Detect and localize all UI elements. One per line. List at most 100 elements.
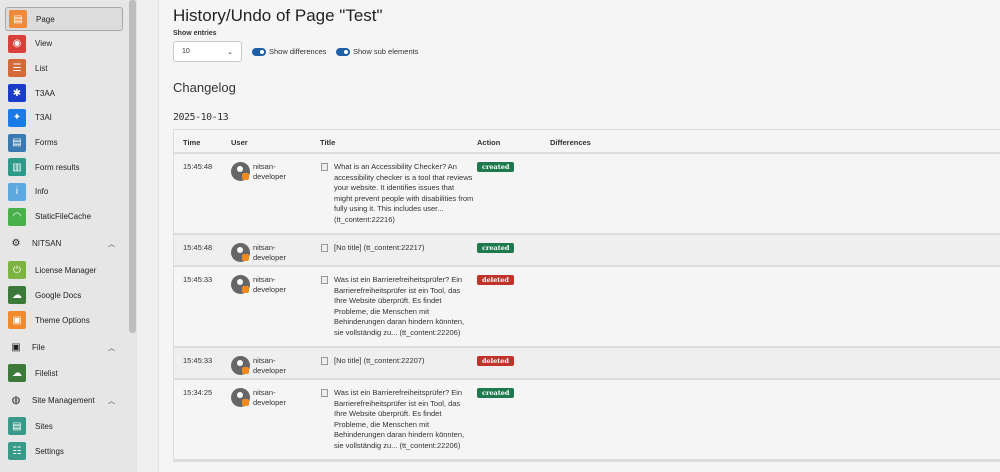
group-icon: ▣ — [11, 342, 21, 353]
show-differences-toggle[interactable]: Show differences — [252, 47, 326, 56]
module-label: View — [35, 39, 53, 49]
module-list[interactable]: ☰ List — [5, 56, 123, 80]
group-label: NITSAN — [32, 239, 62, 248]
row-title: [No title] (tt_content:22207) — [334, 356, 425, 365]
module-label: Theme Options — [35, 315, 90, 325]
user-avatar-icon — [231, 243, 250, 262]
row-time: 15:45:33 — [183, 275, 213, 284]
content-element-icon — [321, 357, 328, 365]
module-icon: ☁ — [8, 364, 26, 382]
module-t3aa[interactable]: ✱ T3AA — [5, 81, 123, 105]
module-t3ai[interactable]: ✦ T3AI — [5, 106, 123, 130]
module-label: License Manager — [35, 265, 97, 275]
user-avatar-icon — [231, 162, 250, 181]
module-label: Settings — [35, 446, 64, 456]
user-avatar-icon — [231, 356, 250, 375]
module-icon: ✦ — [8, 108, 26, 127]
row-time: 15:34:25 — [183, 388, 213, 397]
module-info[interactable]: i Info — [5, 180, 123, 204]
show-sub-elements-toggle[interactable]: Show sub elements — [336, 47, 418, 56]
module-label: Info — [35, 187, 49, 197]
content-element-icon — [321, 244, 328, 252]
module-label: Sites — [35, 421, 53, 431]
content-element-icon — [321, 389, 328, 397]
toggle-switch-icon — [336, 47, 350, 56]
sidebar-scrollbar[interactable] — [129, 0, 136, 333]
row-title: Was ist ein Barrierefreiheitsprüfer? Ein… — [334, 275, 465, 337]
module-forms[interactable]: ▤ Forms — [5, 131, 123, 155]
content-element-icon — [321, 163, 328, 171]
module-sites[interactable]: ▤ Sites — [5, 414, 123, 438]
module-icon: ▤ — [8, 133, 26, 152]
row-title: Was ist ein Barrierefreiheitsprüfer? Ein… — [334, 388, 465, 450]
toggle-switch-icon — [252, 47, 266, 56]
row-title: What is an Accessibility Checker? An acc… — [334, 162, 474, 224]
row-title: [No title] (tt_content:22217) — [334, 243, 425, 252]
user-avatar-icon — [231, 388, 250, 407]
module-view[interactable]: ◉ View — [5, 32, 123, 56]
module-label: Filelist — [35, 368, 58, 378]
content-element-icon — [321, 276, 328, 284]
changelog-date: 2025-10-13 — [173, 112, 229, 123]
group-icon: ⚙ — [11, 238, 21, 249]
module-theme-options[interactable]: ▣ Theme Options — [5, 308, 123, 332]
show-entries-label: Show entries — [173, 30, 217, 37]
row-user: nitsan-developer — [253, 275, 286, 294]
col-action: Action — [477, 138, 501, 147]
table-row: 15:45:48 nitsan-developer [No title] (tt… — [174, 235, 1000, 267]
module-group-site-management[interactable]: ◍ Site Management ︿ — [10, 395, 115, 406]
module-label: Forms — [35, 138, 58, 147]
module-group-file[interactable]: ▣ File ︿ — [10, 342, 115, 353]
col-user: User — [231, 138, 248, 147]
module-filelist[interactable]: ☁ Filelist — [5, 361, 123, 385]
user-avatar-icon — [231, 275, 250, 294]
module-icon: ▤ — [8, 417, 26, 435]
group-label: File — [32, 343, 45, 352]
module-group-nitsan[interactable]: ⚙ NITSAN ︿ — [10, 238, 115, 249]
module-icon: ▤ — [9, 10, 27, 28]
changelog-table: Time User Title Action Differences 15:45… — [173, 129, 1000, 462]
module-settings[interactable]: ☷ Settings — [5, 439, 123, 463]
group-label: Site Management — [32, 396, 95, 405]
toggle-label: Show sub elements — [353, 47, 419, 56]
changelog-heading: Changelog — [173, 80, 236, 95]
module-icon: ☷ — [8, 442, 26, 460]
module-icon: ✱ — [8, 84, 26, 103]
chevron-up-icon[interactable]: ︿ — [108, 343, 115, 353]
module-icon: ◠ — [8, 207, 26, 226]
module-icon: ▥ — [8, 158, 26, 177]
module-license-manager[interactable]: ⏻ License Manager — [5, 258, 123, 282]
module-staticfilecache[interactable]: ◠ StaticFileCache — [5, 205, 123, 229]
row-time: 15:45:48 — [183, 243, 213, 252]
action-badge: created — [477, 388, 515, 398]
row-time: 15:45:33 — [183, 356, 213, 365]
module-label: Form results — [35, 162, 80, 172]
table-row: 15:45:33 nitsan-developer [No title] (tt… — [174, 348, 1000, 380]
show-entries-select[interactable]: 10 ⌄ — [173, 41, 242, 62]
module-page[interactable]: ▤ Page — [5, 7, 123, 31]
row-user: nitsan-developer — [253, 356, 286, 375]
module-label: StaticFileCache — [35, 212, 92, 222]
chevron-up-icon[interactable]: ︿ — [108, 396, 115, 406]
chevron-up-icon[interactable]: ︿ — [108, 239, 115, 249]
group-icon: ◍ — [11, 395, 21, 406]
module-label: T3AI — [35, 113, 52, 123]
action-badge: created — [477, 162, 515, 172]
module-menu: ▤ Page ◉ View ☰ List ✱ T3AA ✦ T3AI ▤ Forms ▥ Form res… — [0, 0, 137, 472]
module-icon: i — [8, 182, 26, 201]
module-icon: ◉ — [8, 34, 26, 53]
action-badge: deleted — [477, 275, 514, 285]
action-badge: deleted — [477, 356, 514, 366]
module-google-docs[interactable]: ☁ Google Docs — [5, 283, 123, 307]
page-title: History/Undo of Page "Test" — [173, 6, 383, 25]
chevron-down-icon: ⌄ — [227, 49, 233, 56]
toggle-label: Show differences — [269, 47, 327, 56]
row-user: nitsan-developer — [253, 162, 286, 181]
module-icon: ☁ — [8, 286, 26, 304]
module-form-results[interactable]: ▥ Form results — [5, 155, 123, 179]
table-row: 15:45:48 nitsan-developer What is an Acc… — [174, 154, 1000, 235]
module-label: Google Docs — [35, 290, 82, 300]
page-tree-gap — [137, 0, 159, 472]
col-differences: Differences — [550, 138, 591, 147]
col-time: Time — [183, 138, 201, 147]
